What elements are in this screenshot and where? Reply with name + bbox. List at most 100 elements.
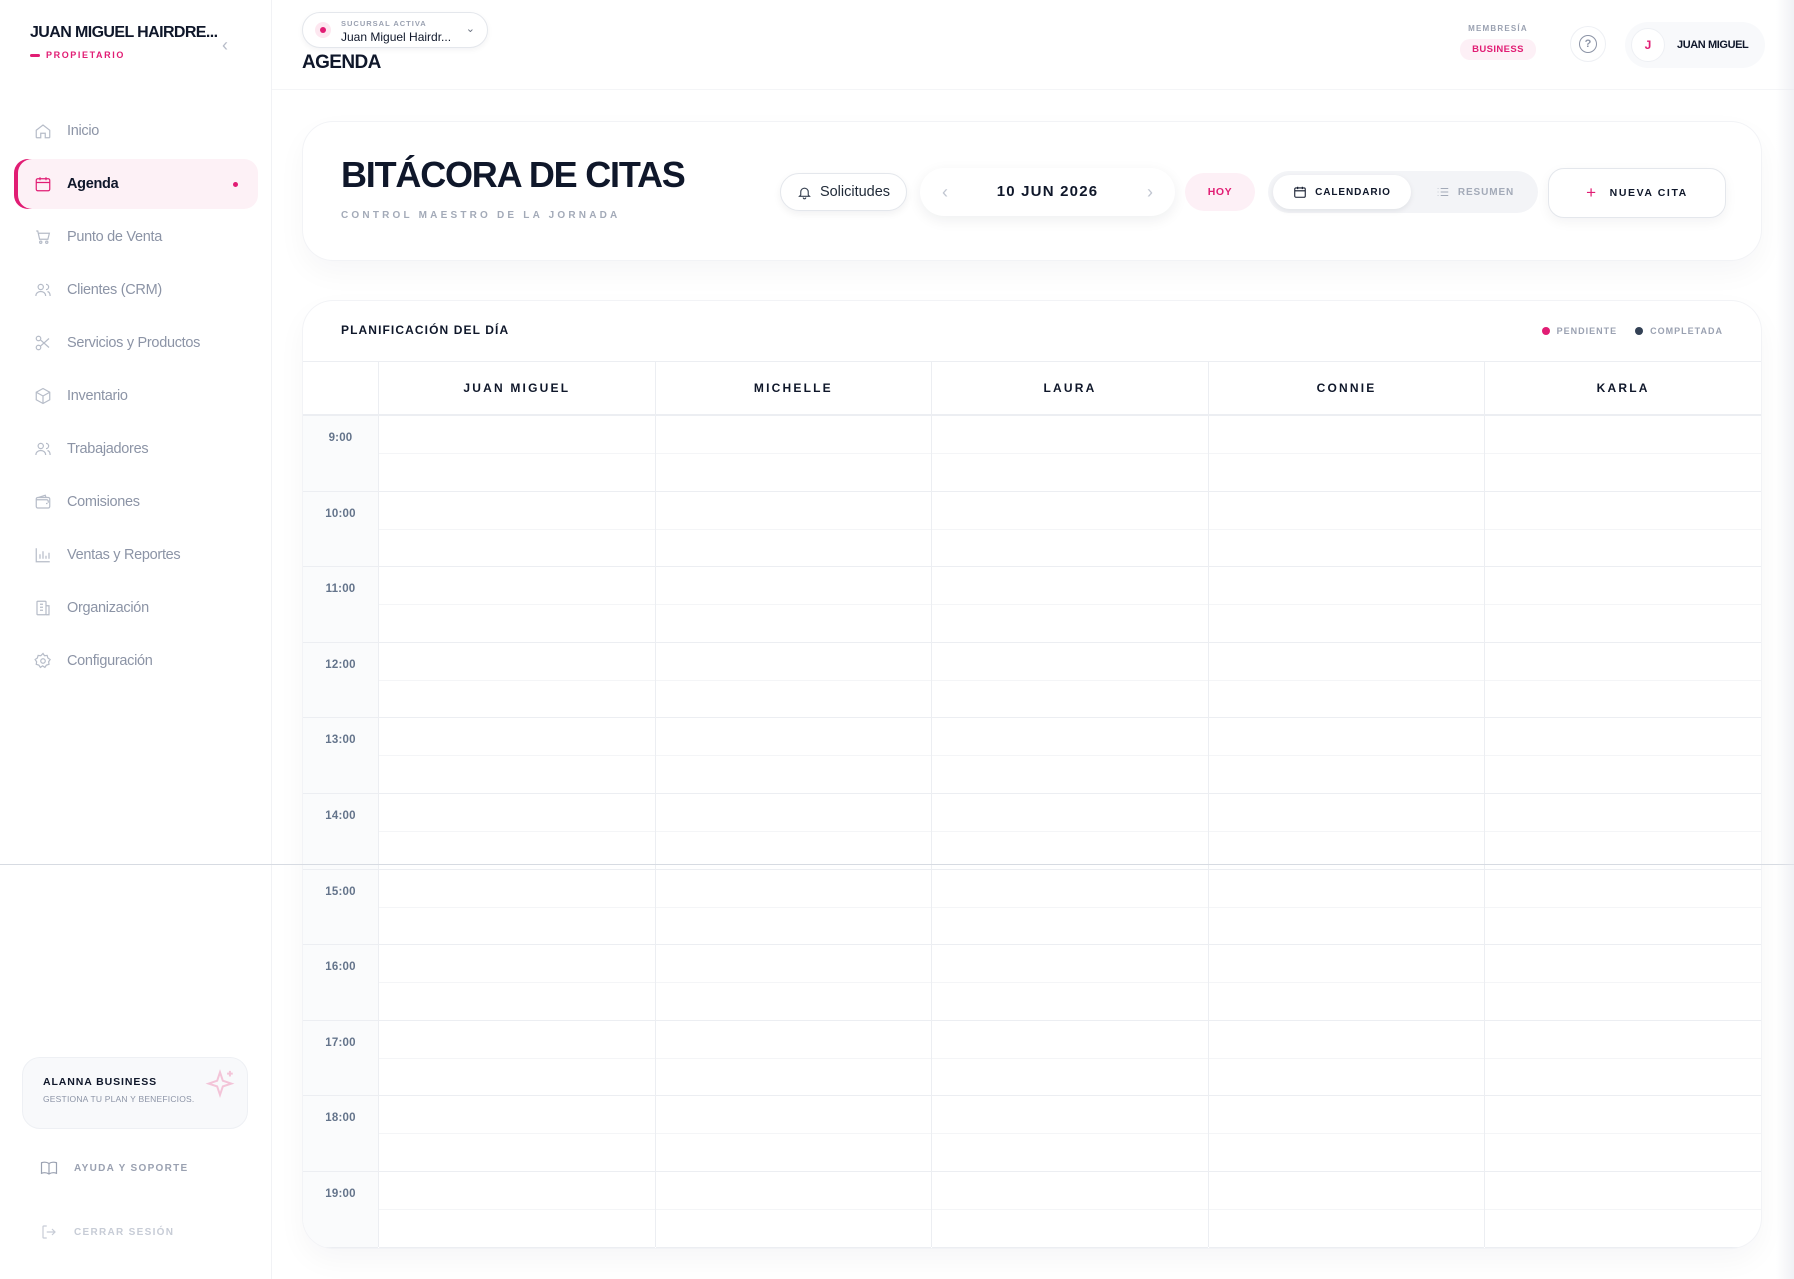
- time-slot[interactable]: [379, 1020, 655, 1097]
- time-slot[interactable]: [379, 869, 655, 946]
- time-slot[interactable]: [655, 1096, 932, 1172]
- time-slot[interactable]: [655, 567, 932, 643]
- time-slot[interactable]: [655, 1020, 932, 1097]
- time-slot[interactable]: [932, 567, 1208, 643]
- time-slot[interactable]: [1208, 718, 1485, 794]
- summary-view-label: RESUMEN: [1457, 186, 1515, 198]
- branch-value: Juan Miguel Hairdr...: [341, 30, 452, 44]
- time-slot[interactable]: [1208, 1020, 1485, 1097]
- calendar-view-tab[interactable]: CALENDARIO: [1273, 175, 1411, 209]
- time-slot[interactable]: [379, 1171, 655, 1248]
- time-slot[interactable]: [932, 945, 1208, 1021]
- role-accent-bar: [30, 53, 40, 57]
- requests-button[interactable]: Solicitudes: [780, 173, 907, 211]
- membership-badge[interactable]: BUSINESS: [1460, 39, 1536, 60]
- time-slot[interactable]: [1208, 1171, 1485, 1248]
- time-slot[interactable]: [379, 945, 655, 1021]
- sidebar-item-label: Inventario: [67, 388, 128, 404]
- time-slot[interactable]: [932, 642, 1208, 719]
- collapse-sidebar-button[interactable]: ‹: [214, 34, 236, 56]
- time-slot[interactable]: [1208, 567, 1485, 643]
- time-slot[interactable]: [655, 945, 932, 1021]
- time-slot[interactable]: [932, 1096, 1208, 1172]
- time-slot[interactable]: [655, 718, 932, 794]
- next-day-button[interactable]: ›: [1139, 181, 1161, 203]
- time-slot[interactable]: [1485, 718, 1761, 794]
- time-label: 18:00: [303, 1096, 378, 1172]
- legend-completed: COMPLETADA: [1635, 326, 1723, 336]
- sidebar-item-punto-de-venta[interactable]: Punto de Venta: [14, 212, 258, 262]
- sidebar-item-comisiones[interactable]: Comisiones: [14, 477, 258, 527]
- time-slot[interactable]: [1208, 1096, 1485, 1172]
- logout-link[interactable]: CERRAR SESIÓN: [40, 1223, 174, 1241]
- brand: JUAN MIGUEL HAIRDRE... PROPIETARIO: [30, 24, 240, 60]
- time-slot[interactable]: [1485, 1020, 1761, 1097]
- time-slot[interactable]: [1208, 869, 1485, 946]
- user-menu[interactable]: J JUAN MIGUEL: [1625, 22, 1765, 68]
- time-slot[interactable]: [379, 718, 655, 794]
- time-slot[interactable]: [379, 567, 655, 643]
- time-slot[interactable]: [932, 869, 1208, 946]
- time-slot[interactable]: [1485, 567, 1761, 643]
- sidebar-item-trabajadores[interactable]: Trabajadores: [14, 424, 258, 474]
- time-slot[interactable]: [655, 416, 932, 492]
- time-slot[interactable]: [1485, 416, 1761, 492]
- time-slot[interactable]: [1208, 491, 1485, 568]
- time-slot[interactable]: [655, 642, 932, 719]
- sidebar-item-organizacion[interactable]: Organización: [14, 583, 258, 633]
- sidebar-item-agenda[interactable]: Agenda: [14, 159, 258, 209]
- date-navigator: ‹ 10 JUN 2026 ›: [920, 168, 1175, 216]
- summary-view-tab[interactable]: RESUMEN: [1416, 175, 1534, 209]
- time-slot[interactable]: [655, 793, 932, 870]
- time-slot[interactable]: [1485, 1096, 1761, 1172]
- help-button[interactable]: ?: [1570, 26, 1606, 62]
- sidebar-item-inicio[interactable]: Inicio: [14, 106, 258, 156]
- time-slot[interactable]: [1485, 642, 1761, 719]
- time-slot[interactable]: [1485, 491, 1761, 568]
- sidebar-item-inventario[interactable]: Inventario: [14, 371, 258, 421]
- time-label: 10:00: [303, 492, 378, 568]
- time-slot[interactable]: [932, 1020, 1208, 1097]
- sidebar-item-label: Configuración: [67, 653, 153, 669]
- new-appointment-button[interactable]: + NUEVA CITA: [1548, 168, 1726, 218]
- time-slot[interactable]: [1485, 1171, 1761, 1248]
- time-slot[interactable]: [1485, 793, 1761, 870]
- sidebar-item-configuracion[interactable]: Configuración: [14, 636, 258, 686]
- time-slot[interactable]: [655, 869, 932, 946]
- time-slot[interactable]: [1208, 642, 1485, 719]
- time-slot[interactable]: [1208, 945, 1485, 1021]
- sidebar-item-label: Servicios y Productos: [67, 335, 201, 351]
- time-slot[interactable]: [655, 491, 932, 568]
- time-slot[interactable]: [379, 491, 655, 568]
- calendar-icon: [35, 177, 51, 192]
- sidebar-item-clientes[interactable]: Clientes (CRM): [14, 265, 258, 315]
- current-date[interactable]: 10 JUN 2026: [920, 183, 1175, 200]
- time-slot[interactable]: [379, 1096, 655, 1172]
- time-slot[interactable]: [932, 1171, 1208, 1248]
- time-slot[interactable]: [1485, 945, 1761, 1021]
- list-icon: [1437, 187, 1449, 197]
- time-slot[interactable]: [932, 416, 1208, 492]
- time-slot[interactable]: [379, 642, 655, 719]
- sidebar-item-label: Trabajadores: [67, 441, 149, 457]
- sidebar-item-ventas-reportes[interactable]: Ventas y Reportes: [14, 530, 258, 580]
- sidebar-item-servicios[interactable]: Servicios y Productos: [14, 318, 258, 368]
- branch-selector[interactable]: SUCURSAL ACTIVA Juan Miguel Hairdr... ⌄: [302, 12, 488, 48]
- help-support-link[interactable]: AYUDA Y SOPORTE: [40, 1159, 189, 1177]
- membership-promo-card[interactable]: ALANNA BUSINESS GESTIONA TU PLAN Y BENEF…: [22, 1057, 248, 1129]
- time-slot[interactable]: [932, 491, 1208, 568]
- time-slot[interactable]: [1208, 793, 1485, 870]
- time-slot[interactable]: [1485, 869, 1761, 946]
- completed-dot: [1635, 327, 1644, 335]
- section-subtitle: CONTROL MAESTRO DE LA JORNADA: [341, 210, 621, 221]
- staff-header-row: JUAN MIGUEL MICHELLE LAURA CONNIE KARLA: [303, 362, 1761, 416]
- today-button[interactable]: HOY: [1185, 173, 1255, 211]
- time-slot[interactable]: [932, 793, 1208, 870]
- time-slot[interactable]: [932, 718, 1208, 794]
- sidebar-item-label: Comisiones: [67, 494, 140, 510]
- time-slot[interactable]: [379, 416, 655, 492]
- time-slot[interactable]: [379, 793, 655, 870]
- plus-icon: +: [1586, 183, 1598, 202]
- time-slot[interactable]: [655, 1171, 932, 1248]
- time-slot[interactable]: [1208, 416, 1485, 492]
